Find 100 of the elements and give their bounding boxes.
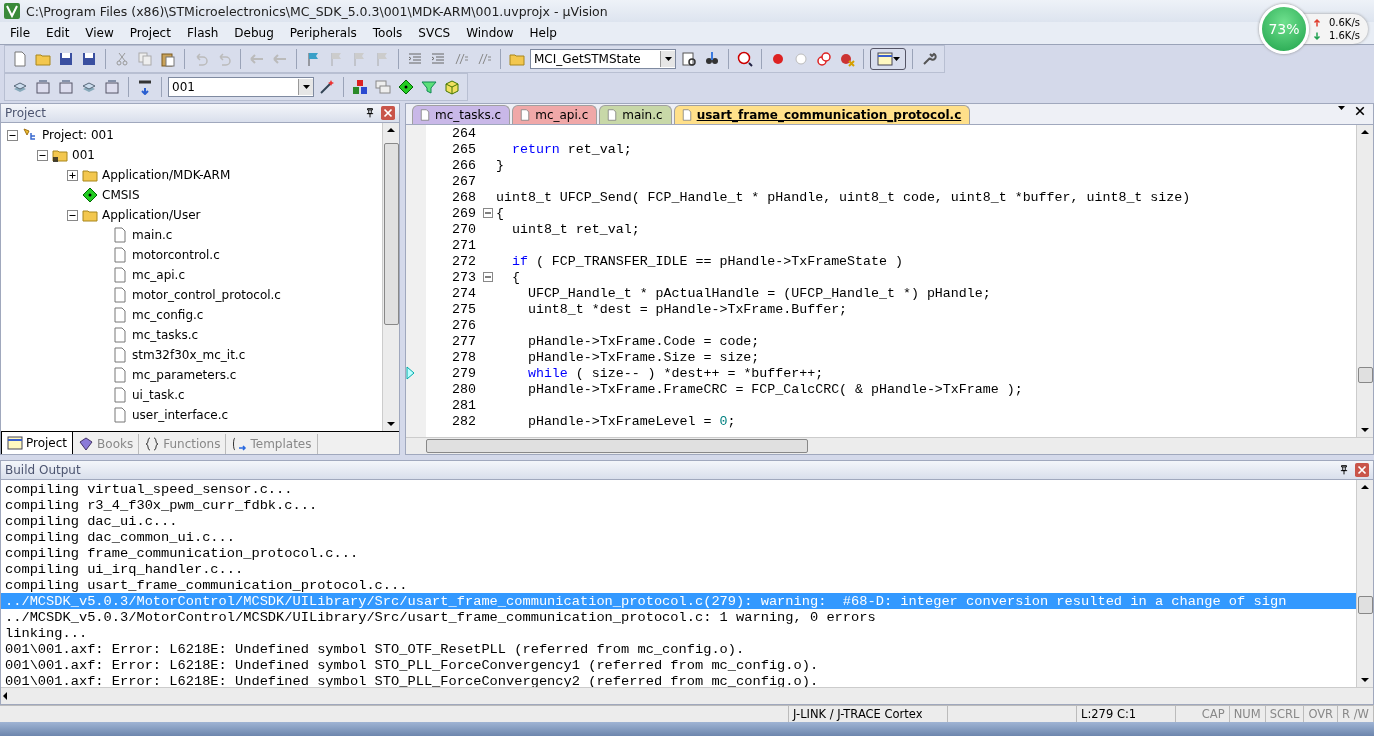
save-icon[interactable]: [58, 51, 74, 67]
load-icon[interactable]: [137, 79, 153, 95]
file-tab[interactable]: main.c: [599, 105, 672, 124]
uncomment-icon[interactable]: [476, 51, 492, 67]
menu-item[interactable]: File: [2, 26, 39, 40]
tree-item[interactable]: Application/MDK-ARM: [102, 168, 231, 182]
paste-icon[interactable]: [160, 51, 176, 67]
new-file-icon[interactable]: [12, 51, 28, 67]
pin-icon[interactable]: [1339, 464, 1349, 476]
tree-item[interactable]: motorcontrol.c: [132, 248, 220, 262]
cut-icon[interactable]: [114, 51, 130, 67]
scrollbar[interactable]: [1, 687, 1373, 704]
blocks-icon[interactable]: [352, 79, 368, 95]
line-number: 271: [451, 237, 476, 253]
funnel-icon[interactable]: [421, 79, 437, 95]
tree-item[interactable]: mc_config.c: [132, 308, 204, 322]
output-line[interactable]: compiling virtual_speed_sensor.c...: [1, 481, 1356, 497]
menu-item[interactable]: Flash: [178, 26, 227, 40]
breakpoint-icon[interactable]: [770, 51, 786, 67]
window-icon[interactable]: [876, 51, 893, 67]
menu-item[interactable]: Debug: [226, 26, 282, 40]
breakpoints-icon[interactable]: [816, 51, 832, 67]
line-number: 274: [451, 285, 476, 301]
file-tab[interactable]: mc_api.c: [512, 105, 598, 124]
scrollbar[interactable]: [1356, 125, 1373, 437]
file-icon: [606, 108, 619, 122]
menu-item[interactable]: Tools: [364, 26, 411, 40]
find-icon[interactable]: [681, 51, 697, 67]
build-icon[interactable]: [104, 79, 120, 95]
output-line[interactable]: linking...: [1, 625, 1356, 641]
menu-item[interactable]: SVCS: [410, 26, 459, 40]
output-line[interactable]: ../MCSDK_v5.0.3/MotorControl/MCSDK/UILibrary/Src/usart_frame_communication_protocol.c: 1 warning, 0 errors: [1, 609, 1356, 625]
menu-item[interactable]: Edit: [38, 26, 78, 40]
output-line[interactable]: compiling ui_irq_handler.c...: [1, 561, 1356, 577]
output-line[interactable]: compiling frame_communication_protocol.c...: [1, 545, 1356, 561]
copy-icon[interactable]: [137, 51, 153, 67]
scrollbar[interactable]: [382, 123, 399, 431]
wrench-icon[interactable]: [921, 51, 937, 67]
file-tab[interactable]: usart_frame_communication_protocol.c: [673, 105, 971, 124]
collapse-toggle[interactable]: [37, 149, 48, 161]
output-line[interactable]: 001\001.axf: Error: L6218E: Undefined symbol STO_PLL_ForceConvergency1 (referred from mc_config.o).: [1, 657, 1356, 673]
indent-icon[interactable]: [407, 51, 423, 67]
collapse-toggle[interactable]: [7, 129, 18, 141]
scrollbar[interactable]: [406, 437, 1373, 454]
kill-breakpoints-icon[interactable]: [839, 51, 855, 67]
open-folder-icon[interactable]: [35, 51, 51, 67]
line-number: 264: [451, 125, 476, 141]
pin-icon[interactable]: [365, 107, 375, 119]
function-combo[interactable]: MCI_GetSTMState: [530, 49, 676, 69]
diamond-icon[interactable]: [398, 79, 414, 95]
magic-wand-icon[interactable]: [319, 79, 335, 95]
output-line[interactable]: compiling dac_common_ui.c...: [1, 529, 1356, 545]
binoculars-icon[interactable]: [704, 51, 720, 67]
comment-icon[interactable]: [453, 51, 469, 67]
windows-icon[interactable]: [375, 79, 391, 95]
close-icon[interactable]: [1355, 106, 1365, 116]
fold-toggle[interactable]: [483, 208, 493, 218]
tree-item[interactable]: CMSIS: [102, 188, 140, 202]
bookmark-flag-icon[interactable]: [305, 51, 321, 67]
fold-toggle[interactable]: [483, 272, 493, 282]
menu-item[interactable]: View: [77, 26, 122, 40]
menu-item[interactable]: Project: [121, 26, 179, 40]
tree-item[interactable]: Application/User: [102, 208, 201, 222]
panel-tab[interactable]: Project: [1, 432, 74, 454]
tree-item[interactable]: mc_parameters.c: [132, 368, 237, 382]
tree-item[interactable]: mc_tasks.c: [132, 328, 199, 342]
outdent-icon[interactable]: [430, 51, 446, 67]
output-line[interactable]: compiling usart_frame_communication_protocol.c...: [1, 577, 1356, 593]
build-icon[interactable]: [58, 79, 74, 95]
menu-item[interactable]: Help: [521, 26, 565, 40]
window-title: C:\Program Files (x86)\STMicroelectronics\MC_SDK_5.0.3\001\MDK-ARM\001.uvprojx - µVision: [26, 3, 608, 19]
line-number: 281: [451, 397, 476, 413]
tree-item[interactable]: 001: [72, 148, 95, 162]
breakpoint-icon[interactable]: [793, 51, 809, 67]
tree-item[interactable]: motor_control_protocol.c: [132, 288, 281, 302]
tree-item[interactable]: stm32f30x_mc_it.c: [132, 348, 246, 362]
tree-item[interactable]: ui_task.c: [132, 388, 185, 402]
line-number: 273: [451, 269, 476, 285]
tree-item[interactable]: Project: 001: [42, 128, 114, 142]
expand-toggle[interactable]: [67, 169, 78, 181]
tree-item[interactable]: main.c: [132, 228, 173, 242]
build-icon[interactable]: [35, 79, 51, 95]
debug-icon[interactable]: [737, 51, 753, 67]
target-combo[interactable]: 001: [168, 77, 314, 97]
tree-item[interactable]: user_interface.c: [132, 408, 229, 422]
menu-item[interactable]: Window: [458, 26, 522, 40]
code-line: pHandle->TxFrame.Code = code;: [526, 333, 760, 349]
file-tab[interactable]: mc_tasks.c: [412, 105, 511, 124]
tree-item[interactable]: mc_api.c: [132, 268, 185, 282]
output-line[interactable]: compiling dac_ui.c...: [1, 513, 1356, 529]
collapse-toggle[interactable]: [67, 209, 78, 221]
menu-item[interactable]: Peripherals: [281, 26, 365, 40]
open-folder-icon[interactable]: [509, 51, 525, 67]
scrollbar[interactable]: [1356, 480, 1373, 687]
output-line[interactable]: compiling r3_4_f30x_pwm_curr_fdbk.c...: [1, 497, 1356, 513]
code-line: pHandle->TxFrame.FrameCRC = FCP_CalcCRC( & pHandle->TxFrame );: [526, 381, 1023, 397]
output-line[interactable]: 001\001.axf: Error: L6218E: Undefined symbol STO_OTF_ResetPLL (referred from mc_config.o).: [1, 641, 1356, 657]
save-all-icon[interactable]: [81, 51, 97, 67]
package-icon[interactable]: [444, 79, 460, 95]
output-line[interactable]: 001\001.axf: Error: L6218E: Undefined symbol STO_PLL_ForceConvergency2 (referred from mc_config.o).: [1, 673, 1356, 687]
